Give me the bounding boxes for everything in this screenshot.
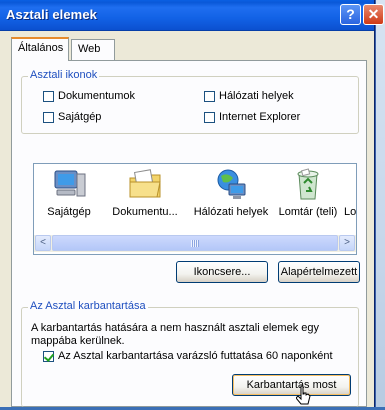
list-item-recycle-bin-full[interactable]: Lomtár (teli) [273,168,343,218]
dialog-window: Asztali elemek ? ✕ Általános Web Asztali… [0,0,384,410]
my-documents-icon [127,168,163,202]
scroll-left-button[interactable]: < [35,235,51,251]
change-icon-button[interactable]: Ikoncsere... [176,261,268,283]
window-title: Asztali elemek [6,7,98,22]
checkbox-documents[interactable]: Dokumentumok [43,90,135,102]
list-item-label: Lo [344,206,357,218]
list-item-network-places[interactable]: Hálózati helyek [191,168,271,218]
recycle-bin-empty-icon [340,168,356,202]
checkbox-my-computer[interactable]: Sajátgép [43,111,101,123]
checkbox-label: Sajátgép [58,111,102,123]
checkbox-internet-explorer[interactable]: Internet Explorer [204,111,300,123]
cleanup-now-button[interactable]: Karbantartás most [232,374,351,396]
tab-general[interactable]: Általános [11,37,69,61]
list-item-label: Dokumentu... [112,206,178,218]
list-item-recycle-bin-empty[interactable]: Lo [340,168,357,218]
checkbox-run-cleanup-wizard[interactable]: Az Asztal karbantartása varázsló futtatá… [43,350,333,362]
list-item-my-documents[interactable]: Dokumentu... [110,168,180,218]
checkbox-box[interactable] [204,90,215,102]
list-item-my-computer[interactable]: Sajátgép [34,168,104,218]
checkbox-box[interactable] [43,111,54,123]
checkbox-label: Az Asztal karbantartása varázsló futtatá… [58,350,333,362]
checkbox-box[interactable] [43,90,54,102]
checkbox-box[interactable] [43,350,54,362]
mouse-pointer-icon [295,385,312,410]
tab-web[interactable]: Web [71,39,115,60]
checkbox-label: Hálózati helyek [219,90,294,102]
recycle-bin-full-icon [290,168,326,202]
desktop-icons-group: Asztali ikonok [21,69,359,134]
title-bar[interactable]: Asztali elemek ? ✕ [0,0,384,31]
scrollbar-thumb[interactable] [52,235,338,251]
checkbox-label: Internet Explorer [219,111,301,123]
cleanup-description: A karbantartás hatására a nem használt a… [31,322,319,347]
help-button[interactable]: ? [340,4,361,25]
network-places-icon [213,168,249,202]
scrollbar-grip-icon [191,240,199,247]
scroll-right-button[interactable]: > [339,235,355,251]
checkbox-box[interactable] [204,111,215,123]
restore-default-button[interactable]: Alapértelmezett [278,261,360,283]
checkbox-network-places[interactable]: Hálózati helyek [204,90,294,102]
group-title-desktop-cleanup: Az Asztal karbantartása [28,300,148,312]
my-computer-icon [51,168,87,202]
close-button[interactable]: ✕ [363,4,384,25]
list-item-label: Lomtár (teli) [278,206,338,218]
horizontal-scrollbar[interactable]: < > [34,235,356,252]
list-item-label: Sajátgép [47,206,91,218]
desktop-icon-list[interactable]: Sajátgép Dokumentu... Hálózati helyek Lo… [33,163,357,255]
group-title-desktop-icons: Asztali ikonok [28,69,100,81]
checkbox-label: Dokumentumok [58,90,136,102]
list-item-label: Hálózati helyek [193,206,269,218]
